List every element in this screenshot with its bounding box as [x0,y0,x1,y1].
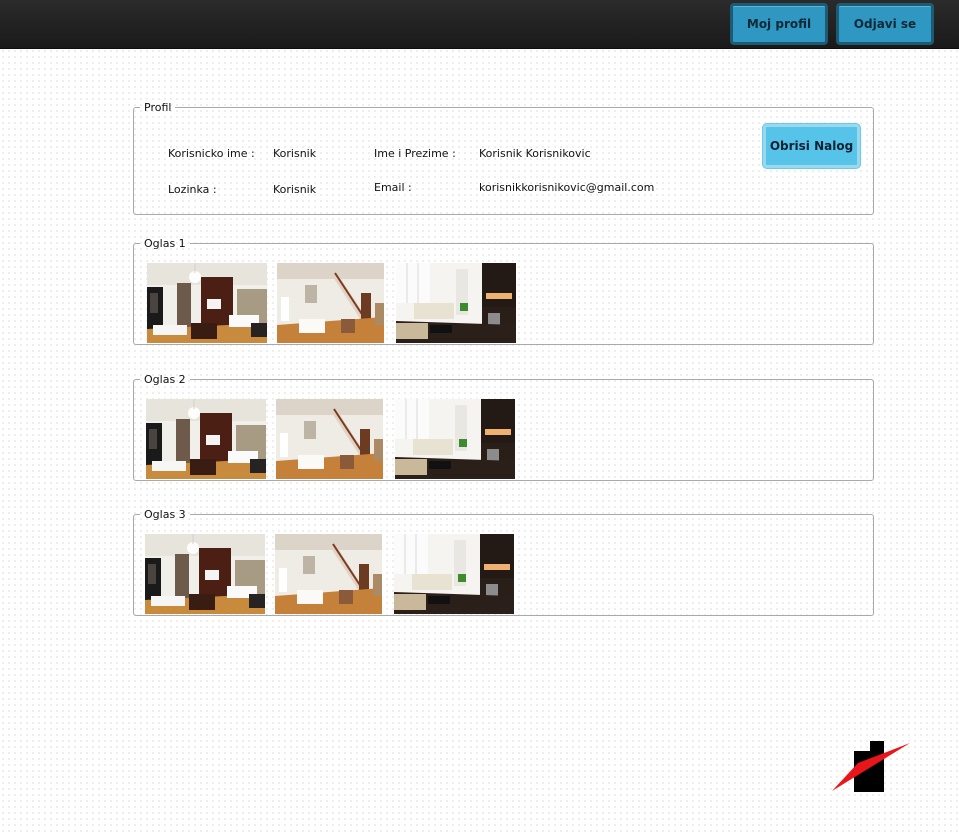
ad-image-staircase-room[interactable] [276,399,383,479]
ad-legend: Oglas 3 [144,508,186,521]
ad-panel-1: Oglas 1 [133,237,874,345]
ad-image-kitchen[interactable] [395,399,515,479]
email-label: Email : [374,181,412,194]
fullname-label: Ime i Prezime : [374,147,456,160]
ad-image-kitchen[interactable] [396,263,516,343]
username-value: Korisnik [273,147,317,160]
delete-account-button[interactable]: Obrisi Nalog [763,124,860,168]
ad-panel-2: Oglas 2 [133,373,874,481]
site-logo [832,741,912,793]
ad-image-staircase-room[interactable] [277,263,384,343]
top-navigation-bar: Moj profil Odjavi se [0,0,959,49]
ad-panel-3: Oglas 3 [133,508,874,616]
ad-image-kitchen[interactable] [394,534,514,614]
ad-image-living-room[interactable] [147,263,267,343]
fullname-value: Korisnik Korisnikovic [479,147,591,160]
password-label: Lozinka : [168,183,217,196]
ad-image-staircase-room[interactable] [275,534,382,614]
ad-image-living-room[interactable] [145,534,265,614]
username-label: Korisnicko ime : [168,147,255,160]
profile-panel: Profil Korisnicko ime : Korisnik Ime i P… [133,101,874,215]
email-value: korisnikkorisnikovic@gmail.com [479,181,655,194]
logout-button[interactable]: Odjavi se [836,3,934,45]
ad-legend: Oglas 2 [144,373,186,386]
password-value: Korisnik [273,183,317,196]
ad-legend: Oglas 1 [144,237,186,250]
ad-image-living-room[interactable] [146,399,266,479]
profile-legend: Profil [144,101,172,114]
my-profile-button[interactable]: Moj profil [730,3,828,45]
